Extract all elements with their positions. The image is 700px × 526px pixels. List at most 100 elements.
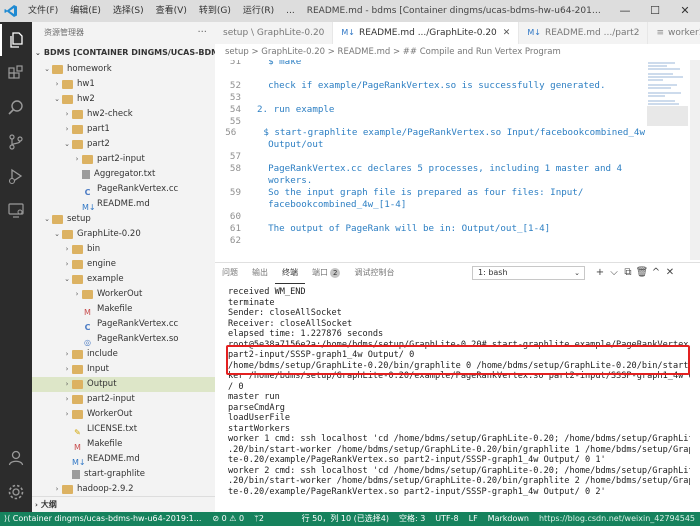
extensions-icon[interactable] <box>0 58 32 90</box>
tab-ports[interactable]: 端口 2 <box>305 263 347 283</box>
tree-item[interactable]: › hadoop-2.9.2 <box>32 482 215 497</box>
menu-run[interactable]: 运行(R) <box>237 0 280 22</box>
tree-item-label: README.md <box>87 454 140 464</box>
text-file-icon <box>82 170 90 179</box>
tab-terminal[interactable]: 终端 <box>275 263 305 284</box>
menu-go[interactable]: 转到(G) <box>193 0 237 22</box>
encoding[interactable]: UTF-8 <box>430 512 463 526</box>
menu-view[interactable]: 查看(V) <box>150 0 193 22</box>
tab-debug-console[interactable]: 调试控制台 <box>347 263 401 283</box>
tab-readme-graphlite[interactable]: M↓ README.md .../GraphLite-0.20 ✕ <box>333 22 520 44</box>
terminal-line: worker 2 cmd: ssh localhost 'cd /home/bd… <box>228 465 690 476</box>
menu-edit[interactable]: 编辑(E) <box>64 0 107 22</box>
indentation[interactable]: 空格: 3 <box>394 512 430 526</box>
tree-item[interactable]: › WorkerOut <box>32 407 215 422</box>
tree-item[interactable]: › bin <box>32 242 215 257</box>
tree-item[interactable]: C PageRankVertex.cc <box>32 182 215 197</box>
tree-item[interactable]: ⌄ homework <box>32 62 215 77</box>
close-panel-button[interactable]: ✕ <box>663 265 677 281</box>
tree-item[interactable]: ⌄ hw2 <box>32 92 215 107</box>
explorer-sidebar: 资源管理器 ··· ⌄ BDMS [CONTAINER DINGMS/UCAS-B… <box>32 22 215 512</box>
tree-item[interactable]: C PageRankVertex.cc <box>32 317 215 332</box>
maximize-panel-button[interactable]: ^ <box>649 265 663 281</box>
tree-item[interactable]: › part2-input <box>32 392 215 407</box>
panel-actions: + ⌵ ⧉ 🗑 ^ ✕ <box>593 265 677 281</box>
settings-gear-icon[interactable] <box>0 476 32 508</box>
terminal-output[interactable]: received WM_END terminate Sender: closeAll… <box>228 287 690 513</box>
run-debug-icon[interactable] <box>0 160 32 192</box>
chevron-right-icon: › <box>75 290 79 298</box>
tab-label: README.md .../GraphLite-0.20 <box>359 28 497 38</box>
source-control-icon[interactable] <box>0 126 32 158</box>
minimap[interactable] <box>645 60 690 260</box>
tree-item[interactable]: › Input <box>32 362 215 377</box>
editor-scrollbar[interactable] <box>690 60 700 260</box>
tree-item[interactable]: ◎ PageRankVertex.so <box>32 332 215 347</box>
tree-item[interactable]: ⌄ GraphLite-0.20 <box>32 227 215 242</box>
tree-item[interactable]: › part1 <box>32 122 215 137</box>
tree-item[interactable]: start-graphlite <box>32 467 215 482</box>
close-tab-icon[interactable]: ✕ <box>503 22 511 44</box>
tree-item-label: WorkerOut <box>97 289 143 299</box>
tree-item[interactable]: › Output <box>32 377 215 392</box>
tree-item[interactable]: M↓ README.md <box>32 197 215 212</box>
tree-item[interactable]: M Makefile <box>32 437 215 452</box>
outline-section-header[interactable]: › 大纲 <box>32 496 215 512</box>
terminal-line: elapsed time: 1.227876 seconds <box>228 329 384 339</box>
line-number: 56 <box>225 127 237 139</box>
menu-more[interactable]: ... <box>280 0 301 22</box>
code-line: 58 PageRankVertex.cc declares 5 processe… <box>215 163 645 174</box>
ports-indicator[interactable]: ᛘ2 <box>249 512 269 526</box>
tab-readme-part2[interactable]: M↓ README.md .../part2 <box>519 22 649 44</box>
tree-item[interactable]: › part2-input <box>32 152 215 167</box>
remote-indicator[interactable]: ⟩⟨ Container dingms/ucas-bdms-hw-u64-201… <box>0 512 208 526</box>
close-window-button[interactable]: ✕ <box>670 0 700 22</box>
chevron-right-icon: › <box>55 80 59 88</box>
tree-item[interactable]: ⌄ example <box>32 272 215 287</box>
tab-output[interactable]: 输出 <box>245 263 275 283</box>
status-bar: ⟩⟨ Container dingms/ucas-bdms-hw-u64-201… <box>0 512 700 526</box>
code-editor[interactable]: 51 $ make 52 check if example/PageRankVer… <box>215 60 645 260</box>
tree-item[interactable]: › WorkerOut <box>32 287 215 302</box>
folder-icon <box>82 290 93 299</box>
tree-item[interactable]: › engine <box>32 257 215 272</box>
language-mode[interactable]: Markdown <box>483 512 534 526</box>
tree-item[interactable]: › hw2-check <box>32 107 215 122</box>
account-icon[interactable] <box>0 442 32 474</box>
line-number: 52 <box>229 79 241 91</box>
terminal-select[interactable]: 1: bash ⌄ <box>472 266 585 280</box>
tree-item[interactable]: ⌄ setup <box>32 212 215 227</box>
split-terminal-button[interactable]: ⧉ <box>621 265 635 281</box>
search-icon[interactable] <box>0 92 32 124</box>
code-line: workers. <box>215 175 645 186</box>
cursor-position[interactable]: 行 50，列 10 (已选择4) <box>297 512 394 526</box>
tree-item[interactable]: M↓ README.md <box>32 452 215 467</box>
kill-terminal-button[interactable]: 🗑 <box>635 265 649 281</box>
problems-indicator[interactable]: ⊘ 0 ⚠ 0 <box>207 512 249 526</box>
tree-item[interactable]: M Makefile <box>32 302 215 317</box>
explorer-icon[interactable] <box>0 24 32 56</box>
terminal-dropdown-button[interactable]: ⌵ <box>607 265 621 281</box>
workspace-section-header[interactable]: ⌄BDMS [CONTAINER DINGMS/UCAS-BDMS-H... <box>32 44 215 62</box>
chevron-right-icon: › <box>55 485 59 493</box>
minimize-button[interactable]: — <box>610 0 640 22</box>
makefile-icon: M <box>74 443 81 452</box>
tab-graphlite-folder[interactable]: setup \ GraphLite-0.20 <box>215 22 334 44</box>
maximize-button[interactable]: ☐ <box>640 0 670 22</box>
breadcrumb[interactable]: setup > GraphLite-0.20 > README.md > ## … <box>215 44 700 60</box>
chevron-down-icon: ⌄ <box>574 269 580 277</box>
code-text: workers. <box>257 175 313 186</box>
tab-worker1-out[interactable]: ≡ worker1.out <box>648 22 700 44</box>
tree-item[interactable]: Aggregator.txt <box>32 167 215 182</box>
more-actions-button[interactable]: ··· <box>197 22 207 44</box>
menu-selection[interactable]: 选择(S) <box>107 0 150 22</box>
tree-item[interactable]: › include <box>32 347 215 362</box>
menu-file[interactable]: 文件(F) <box>22 0 64 22</box>
new-terminal-button[interactable]: + <box>593 265 607 281</box>
tab-problems[interactable]: 问题 <box>215 263 245 283</box>
remote-explorer-icon[interactable] <box>0 194 32 226</box>
line-endings[interactable]: LF <box>464 512 483 526</box>
tree-item[interactable]: › hw1 <box>32 77 215 92</box>
tree-item[interactable]: ⌄ part2 <box>32 137 215 152</box>
tree-item[interactable]: ✎ LICENSE.txt <box>32 422 215 437</box>
